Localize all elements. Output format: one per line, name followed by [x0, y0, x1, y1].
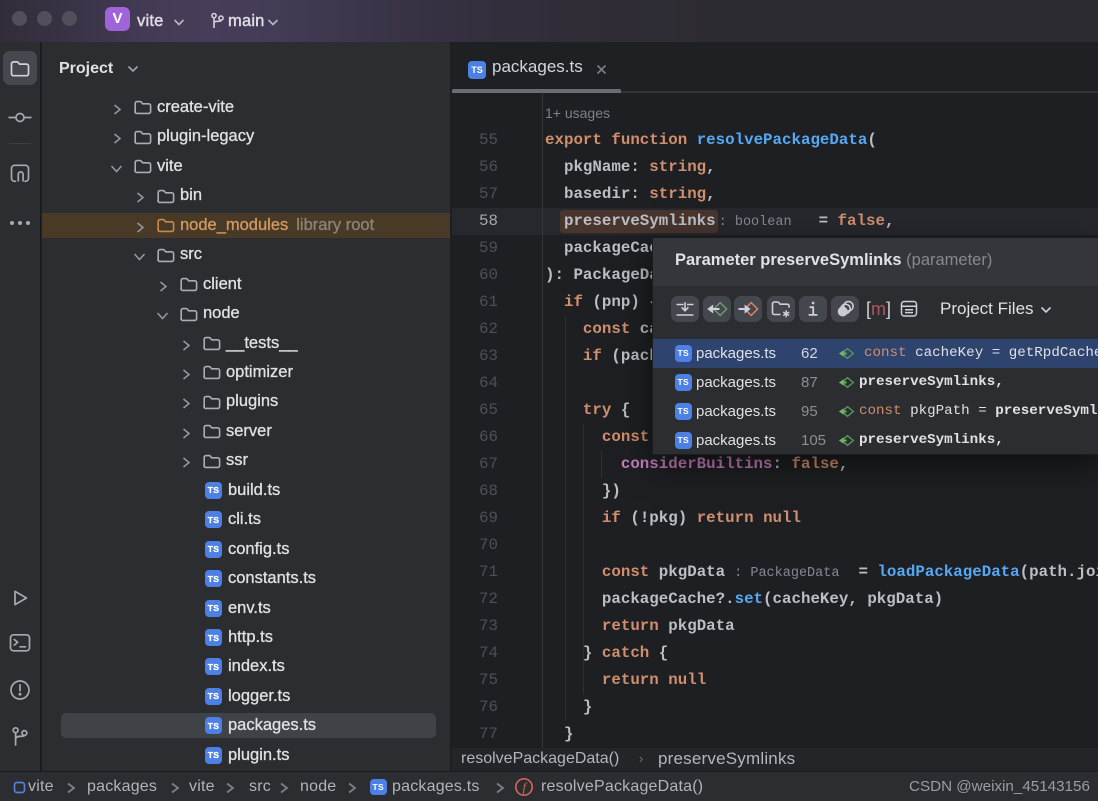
svg-text:f: f [522, 780, 528, 795]
